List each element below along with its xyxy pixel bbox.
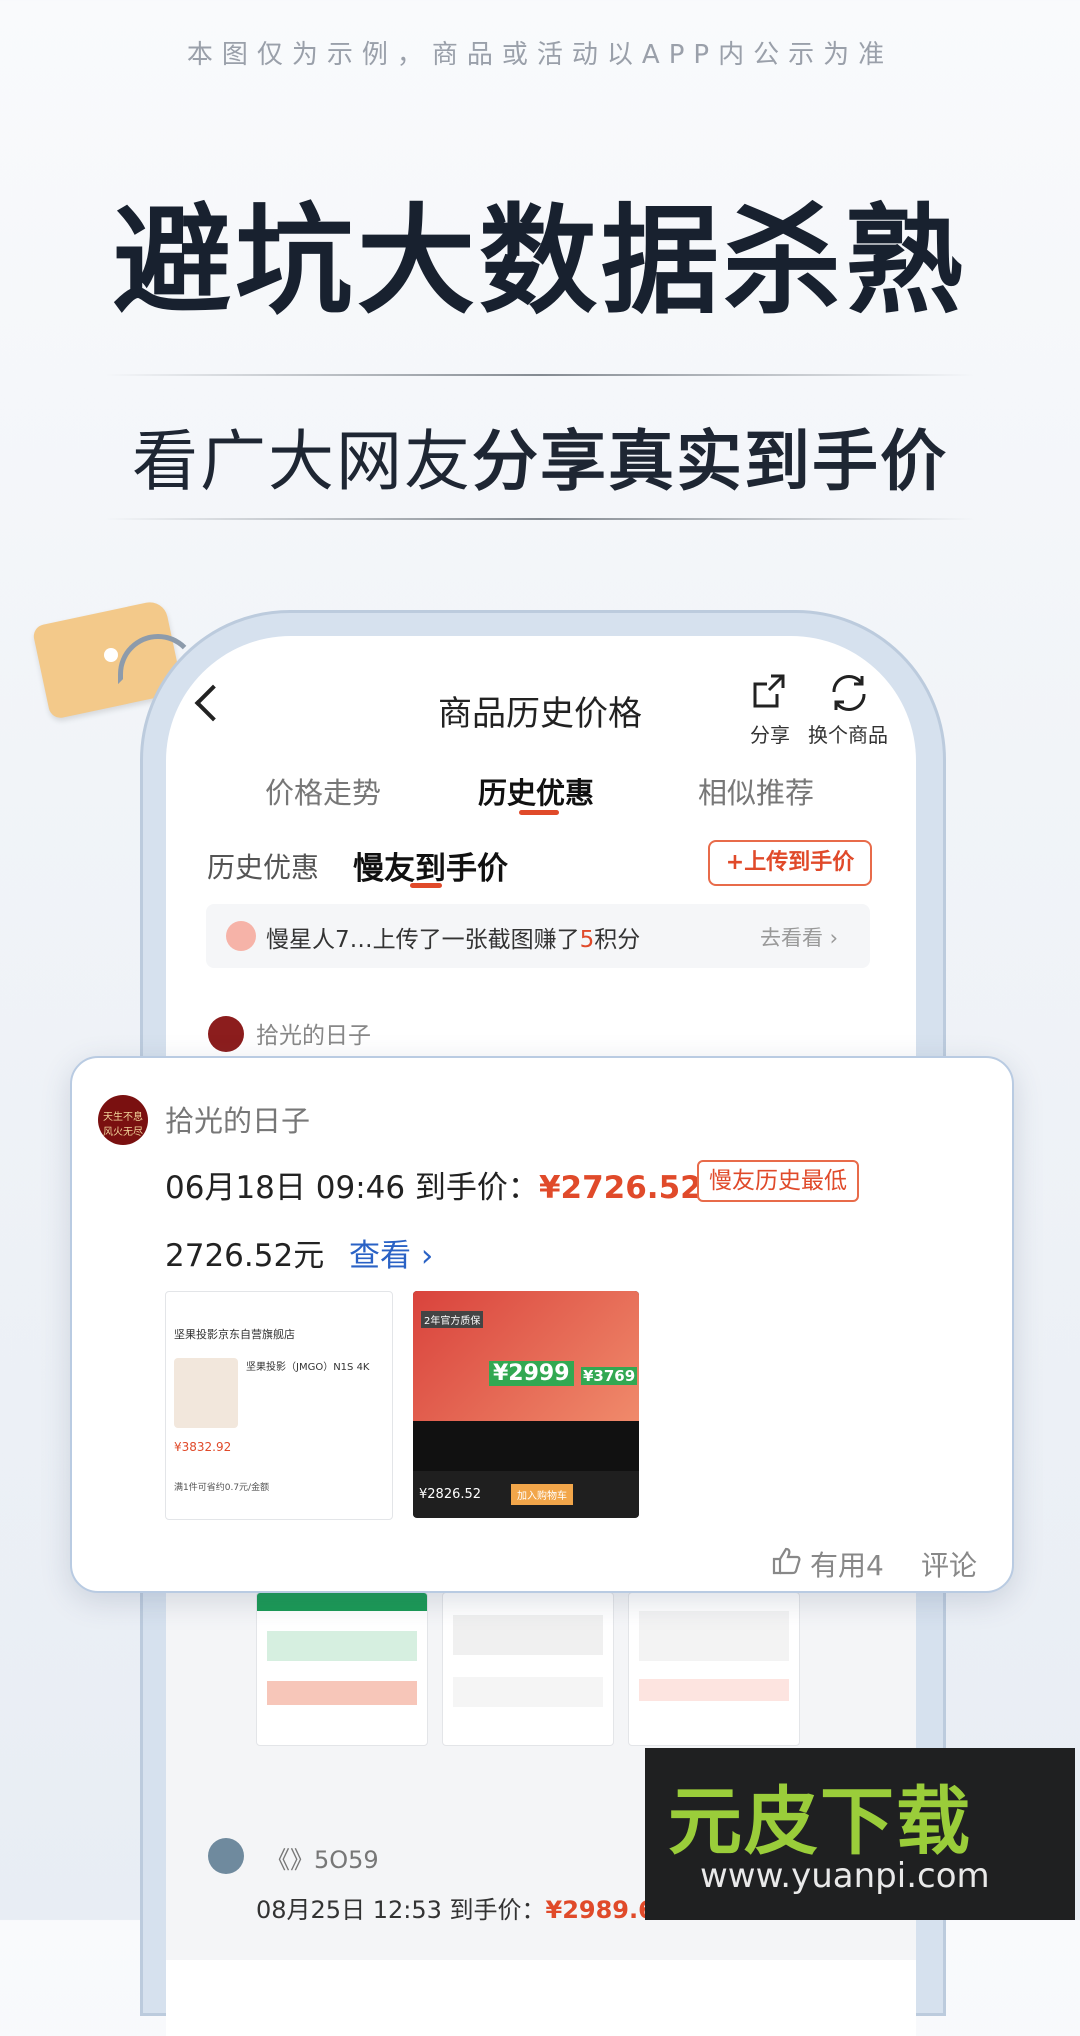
post-price-line: 06月18日 09:46 到手价：¥2726.52 <box>165 1162 702 1207</box>
watermark-url: www.yuanpi.com <box>700 1856 990 1896</box>
tag-hole <box>104 648 118 662</box>
screenshot-thumbnail-2[interactable]: 2年官方质保 ¥2999 ¥3769 ¥2826.52 加入购物车 <box>413 1291 639 1518</box>
lower-thumbnail-3[interactable] <box>628 1592 800 1746</box>
divider-bottom <box>105 518 975 520</box>
view-link[interactable]: 查看 › <box>349 1230 433 1275</box>
tab-similar[interactable]: 相似推荐 <box>698 770 814 812</box>
lower-thumbnail-2[interactable] <box>442 1592 614 1746</box>
lower-thumbnail-1[interactable] <box>256 1592 428 1746</box>
tab-price-trend[interactable]: 价格走势 <box>265 770 381 812</box>
subhead-part1: 看广大网友 <box>132 423 472 500</box>
comment-button[interactable]: 评论 <box>921 1544 977 1584</box>
notice-link[interactable]: 去看看 › <box>760 922 838 952</box>
divider-top <box>105 374 975 376</box>
background-user-name: 拾光的日子 <box>256 1023 371 1049</box>
switch-product-label[interactable]: 换个商品 <box>800 719 896 748</box>
subtab-user-prices[interactable]: 慢友到手价 <box>353 843 508 888</box>
share-icon[interactable] <box>747 670 791 714</box>
smiley-icon <box>226 921 256 951</box>
avatar <box>208 1016 244 1052</box>
share-label[interactable]: 分享 <box>740 719 800 748</box>
subhead-part2: 分享真实到手价 <box>472 423 948 500</box>
subheadline: 看广大网友分享真实到手价 <box>0 408 1080 504</box>
useful-button[interactable]: 有用4 <box>810 1544 884 1584</box>
disclaimer-text: 本图仅为示例，商品或活动以APP内公示为准 <box>186 40 894 70</box>
avatar-text: 天生不息 风火无尽 <box>103 1112 143 1138</box>
tab-history-deals[interactable]: 历史优惠 <box>478 770 594 812</box>
avatar <box>208 1838 244 1874</box>
active-tab-indicator <box>519 810 559 815</box>
headline: 避坑大数据杀熟 <box>112 192 967 330</box>
refresh-icon[interactable] <box>826 670 872 716</box>
screen-title: 商品历史价格 <box>438 694 642 734</box>
active-subtab-indicator <box>410 883 442 888</box>
price-amount: 2726.52元 <box>165 1238 325 1274</box>
thumbs-up-icon[interactable] <box>770 1545 802 1577</box>
post-date: 06月18日 09:46 到手价： <box>165 1170 539 1206</box>
upload-price-button[interactable]: +上传到手价 <box>708 840 872 886</box>
notice-text: 慢星人7…上传了一张截图赚了5积分 <box>266 927 641 953</box>
watermark-title: 元皮下载 <box>668 1779 972 1865</box>
post-price: ¥2726.52 <box>538 1170 702 1206</box>
lower-user-name: 《》5O59 <box>266 1846 379 1874</box>
subtab-history-deals[interactable]: 历史优惠 <box>207 846 319 886</box>
user-name[interactable]: 拾光的日子 <box>165 1098 310 1140</box>
lowest-price-badge: 慢友历史最低 <box>697 1160 859 1202</box>
screenshot-thumbnail-1[interactable]: 坚果投影京东自营旗舰店 坚果投影（JMGO）N1S 4K ¥3832.92 满1… <box>165 1291 393 1520</box>
